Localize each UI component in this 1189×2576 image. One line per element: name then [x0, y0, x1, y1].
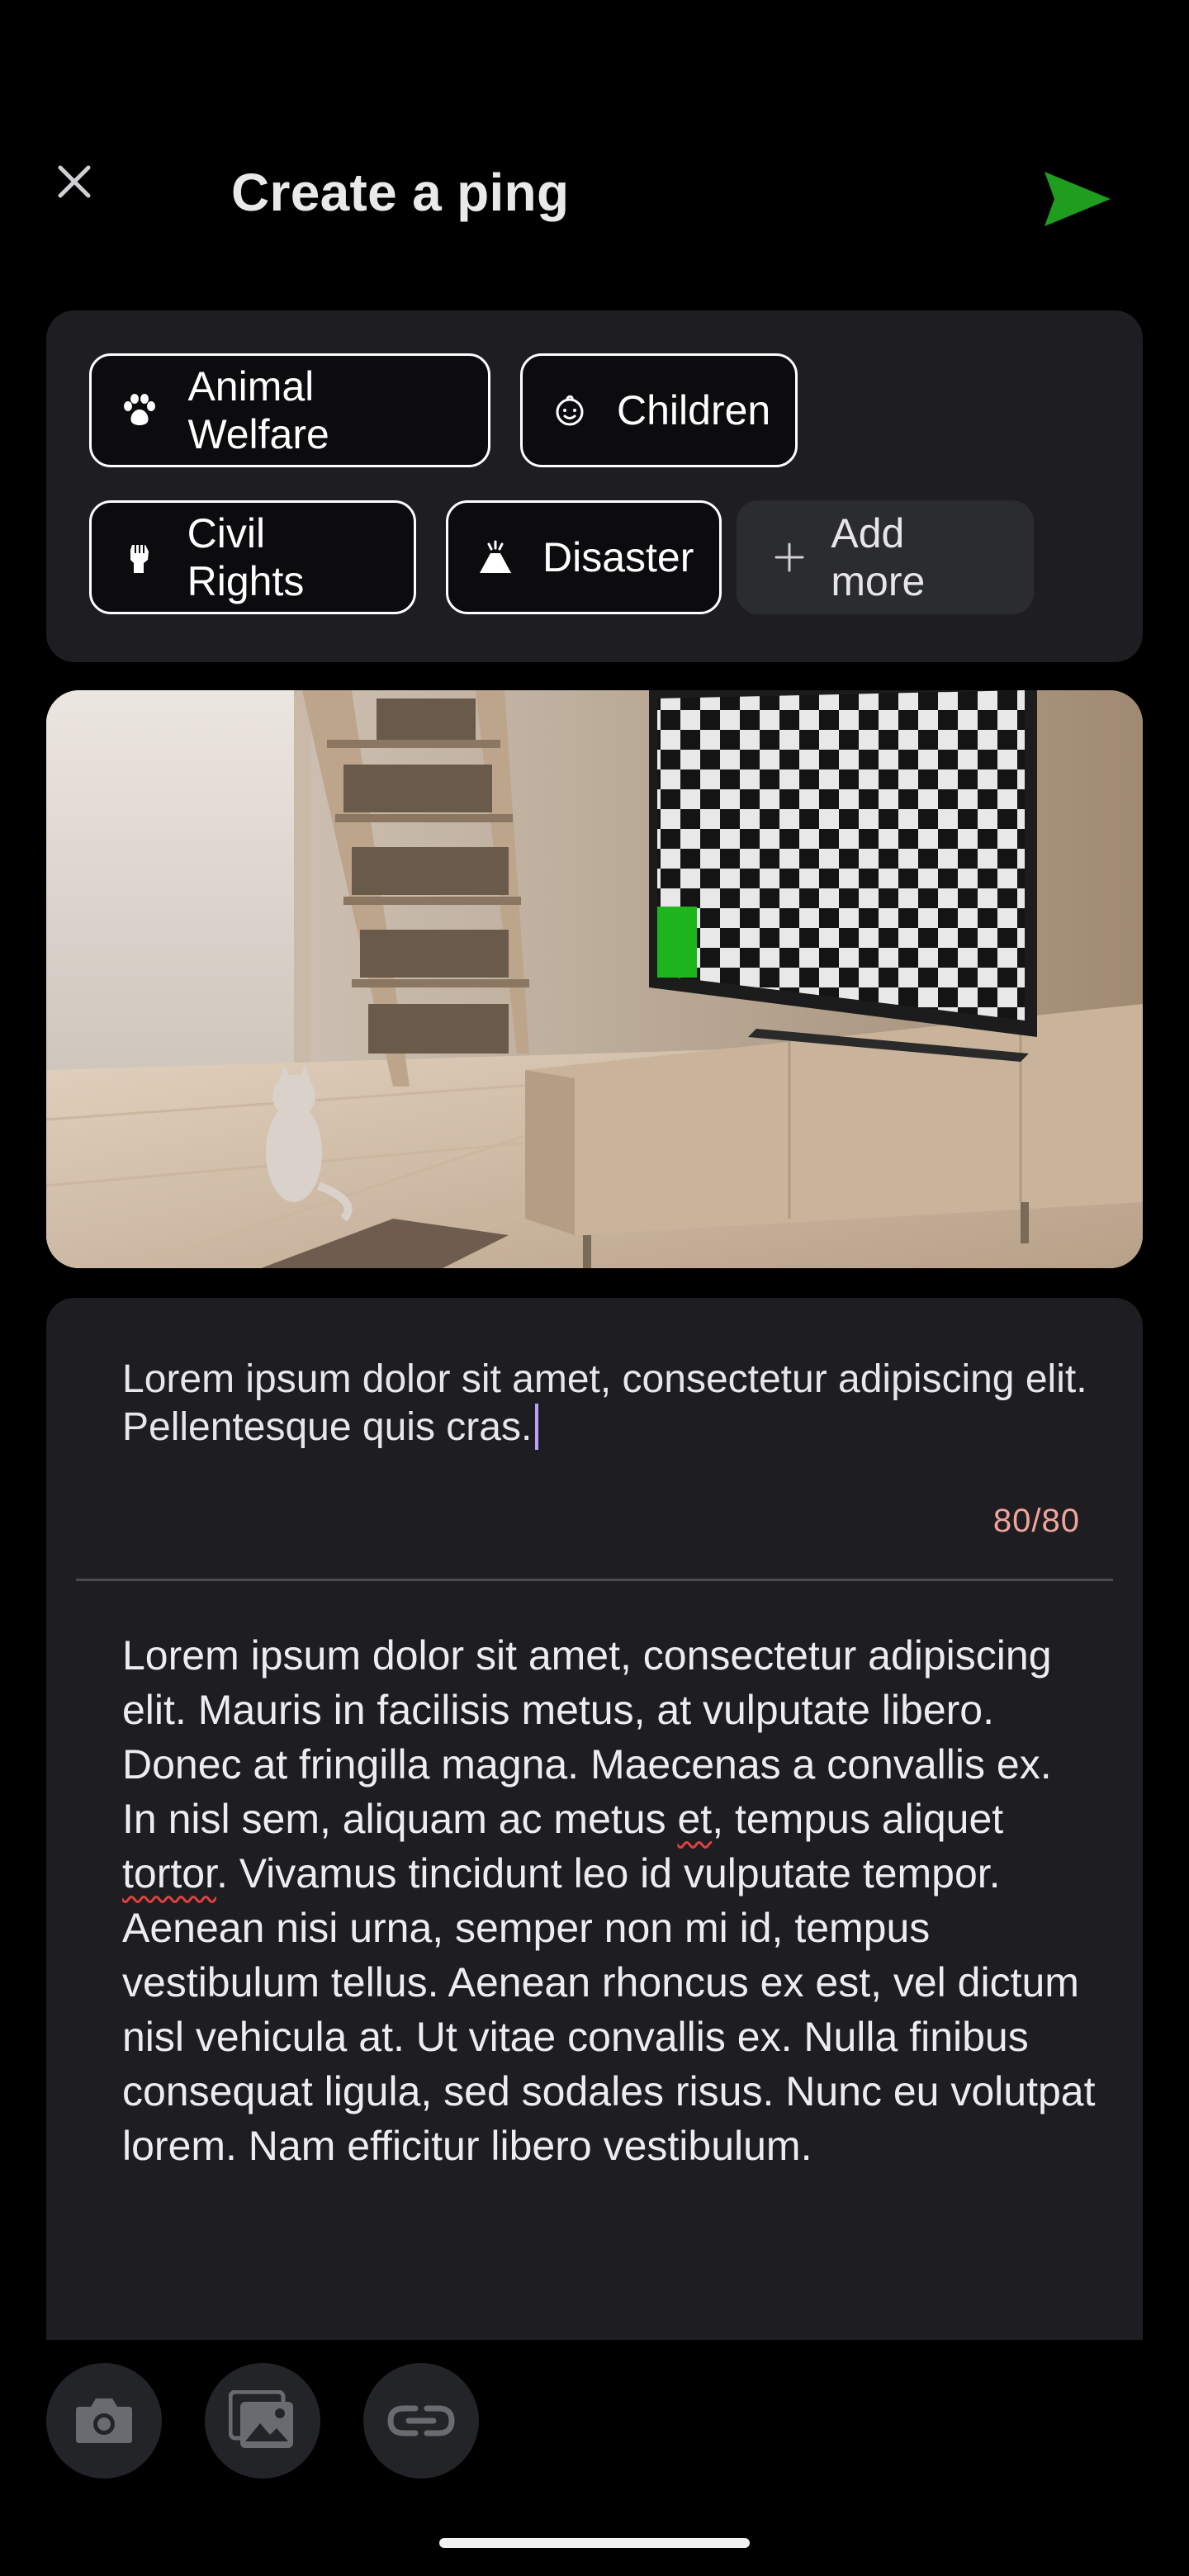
tag-chip-animal-welfare[interactable]: Animal Welfare [89, 353, 490, 467]
text-cursor [535, 1404, 539, 1450]
gallery-button[interactable] [205, 2363, 320, 2479]
divider [76, 1579, 1113, 1581]
create-ping-screen: Create a ping Animal Welfare Children Ci… [0, 0, 1189, 2576]
tag-chip-civil-rights[interactable]: Civil Rights [89, 500, 416, 614]
post-title-value: Lorem ipsum dolor sit amet, consectetur … [122, 1357, 1087, 1449]
add-more-label: Add more [831, 510, 926, 604]
tag-label: Children [617, 387, 771, 433]
raised-fist-icon [120, 537, 159, 578]
camera-button[interactable] [46, 2363, 162, 2479]
tags-panel: Animal Welfare Children Civil Rights Dis… [46, 310, 1143, 662]
tag-chip-children[interactable]: Children [520, 353, 798, 467]
body-text-part: , tempus aliquet [712, 1796, 1004, 1842]
home-indicator[interactable] [439, 2538, 750, 2548]
post-content-card: Lorem ipsum dolor sit amet, consectetur … [46, 1298, 1143, 2340]
add-more-button[interactable]: Add more [737, 500, 1034, 614]
link-icon [387, 2405, 455, 2436]
baby-face-icon [551, 390, 589, 431]
character-counter: 80/80 [992, 1503, 1080, 1539]
misspelled-word[interactable]: et [678, 1796, 713, 1842]
attached-photo[interactable] [46, 690, 1143, 1268]
paw-icon [120, 390, 159, 431]
plus-icon [770, 537, 809, 578]
link-button[interactable] [363, 2363, 479, 2479]
send-icon [1045, 172, 1111, 226]
post-title-field[interactable]: Lorem ipsum dolor sit amet, consectetur … [122, 1356, 1097, 1451]
misspelled-word[interactable]: tortor [122, 1850, 216, 1896]
close-icon [58, 165, 91, 198]
gallery-icon [229, 2390, 293, 2448]
tag-chip-disaster[interactable]: Disaster [446, 500, 722, 614]
body-text-part: . Vivamus tincidunt leo id vulputate tem… [122, 1850, 1096, 2169]
page-title: Create a ping [231, 163, 570, 222]
volcano-icon [476, 537, 514, 578]
tag-label: Disaster [542, 534, 694, 580]
tag-label: Civil Rights [187, 510, 305, 604]
post-body-field[interactable]: Lorem ipsum dolor sit amet, consectetur … [122, 1628, 1097, 2173]
photo-illustration [46, 690, 1143, 1268]
close-button[interactable] [41, 149, 107, 215]
send-button[interactable] [1032, 162, 1123, 236]
camera-icon [76, 2398, 132, 2443]
tag-label: Animal Welfare [187, 363, 329, 457]
